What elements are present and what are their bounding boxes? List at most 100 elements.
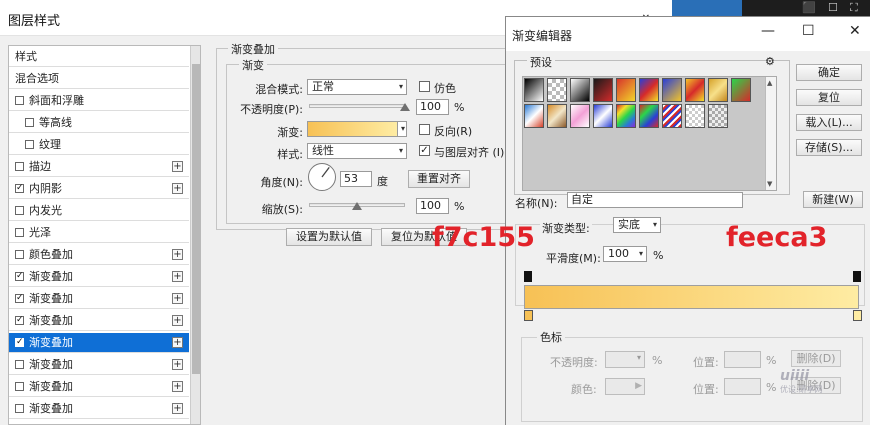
gradient-preset-swatch[interactable] bbox=[662, 104, 682, 128]
style-enable-checkbox[interactable] bbox=[15, 250, 24, 259]
gradient-preset-swatch[interactable] bbox=[524, 78, 544, 102]
add-effect-icon[interactable]: + bbox=[172, 293, 183, 304]
minimize-icon[interactable]: — bbox=[761, 23, 775, 39]
style-list-item[interactable]: ✓ 内阴影 + bbox=[9, 179, 189, 199]
style-enable-checkbox[interactable] bbox=[15, 228, 24, 237]
gradient-preset-swatch[interactable] bbox=[524, 104, 544, 128]
style-list-item[interactable]: 纹理 bbox=[9, 135, 189, 155]
gradient-picker-dropdown[interactable]: ▾ bbox=[397, 121, 407, 137]
style-list-item[interactable]: 内发光 bbox=[9, 201, 189, 221]
scroll-down-icon[interactable]: ▼ bbox=[767, 180, 772, 188]
gradient-preset-swatch[interactable] bbox=[616, 104, 636, 128]
scroll-up-icon[interactable]: ▲ bbox=[767, 79, 772, 87]
gradient-preset-swatch[interactable] bbox=[685, 104, 705, 128]
style-enable-checkbox[interactable]: ✓ bbox=[15, 294, 24, 303]
gradient-preset-swatch[interactable] bbox=[639, 78, 659, 102]
add-effect-icon[interactable]: + bbox=[172, 315, 183, 326]
save-button[interactable]: 存储(S)... bbox=[796, 139, 862, 156]
gradient-name-input[interactable]: 自定 bbox=[567, 192, 743, 208]
delete-opacity-stop-button[interactable]: 删除(D) bbox=[791, 350, 841, 367]
reset-button[interactable]: 复位 bbox=[796, 89, 862, 106]
gradient-style-select[interactable]: 线性 ▾ bbox=[307, 143, 407, 159]
gradient-preset-swatch[interactable] bbox=[570, 78, 590, 102]
opacity-slider-thumb[interactable] bbox=[400, 103, 410, 111]
new-gradient-button[interactable]: 新建(W) bbox=[803, 191, 863, 208]
align-with-layer-checkbox[interactable]: ✓ bbox=[419, 145, 430, 156]
angle-dial[interactable] bbox=[307, 162, 337, 192]
stop-location-input[interactable] bbox=[724, 351, 761, 368]
opacity-stop-left[interactable] bbox=[524, 271, 532, 282]
add-effect-icon[interactable]: + bbox=[172, 183, 183, 194]
color-stop-right[interactable] bbox=[853, 310, 862, 321]
style-list-item[interactable]: ✓ 渐变叠加 + bbox=[9, 333, 189, 353]
style-list-item[interactable]: 混合选项 bbox=[9, 69, 189, 89]
style-list-item[interactable]: 渐变叠加 + bbox=[9, 355, 189, 375]
add-effect-icon[interactable]: + bbox=[172, 249, 183, 260]
style-enable-checkbox[interactable]: ✓ bbox=[15, 184, 24, 193]
style-list-item[interactable]: 等高线 bbox=[9, 113, 189, 133]
gear-icon[interactable]: ⚙ bbox=[765, 55, 775, 68]
style-enable-checkbox[interactable]: ✓ bbox=[15, 338, 24, 347]
gradient-preset-swatch[interactable] bbox=[708, 78, 728, 102]
gradient-preset-swatch[interactable] bbox=[570, 104, 590, 128]
gradient-preset-swatch[interactable] bbox=[731, 78, 751, 102]
style-enable-checkbox[interactable] bbox=[15, 96, 24, 105]
add-effect-icon[interactable]: + bbox=[172, 403, 183, 414]
reverse-checkbox[interactable] bbox=[419, 124, 430, 135]
load-button[interactable]: 载入(L)... bbox=[796, 114, 862, 131]
style-list-item[interactable]: 渐变叠加 + bbox=[9, 377, 189, 397]
blend-mode-select[interactable]: 正常 ▾ bbox=[307, 79, 407, 95]
style-list-item[interactable]: 光泽 bbox=[9, 223, 189, 243]
style-list-item[interactable]: 渐变叠加 + bbox=[9, 399, 189, 419]
color-stop-left[interactable] bbox=[524, 310, 533, 321]
style-enable-checkbox[interactable] bbox=[15, 162, 24, 171]
opacity-slider[interactable] bbox=[309, 104, 405, 108]
dither-checkbox[interactable] bbox=[419, 81, 430, 92]
style-enable-checkbox[interactable] bbox=[25, 118, 34, 127]
style-enable-checkbox[interactable] bbox=[15, 360, 24, 369]
add-effect-icon[interactable]: + bbox=[172, 381, 183, 392]
style-list-item[interactable]: 样式 bbox=[9, 47, 189, 67]
gradient-type-select[interactable]: 实底 ▾ bbox=[613, 217, 661, 233]
smoothness-select[interactable]: 100 ▾ bbox=[603, 246, 647, 262]
set-as-default-button[interactable]: 设置为默认值 bbox=[286, 228, 372, 246]
style-list-item[interactable]: ✓ 渐变叠加 + bbox=[9, 267, 189, 287]
reset-alignment-button[interactable]: 重置对齐 bbox=[408, 170, 470, 188]
gradient-preset-swatch[interactable] bbox=[708, 104, 728, 128]
gradient-preset-swatch[interactable] bbox=[593, 78, 613, 102]
style-list-item[interactable]: 颜色叠加 + bbox=[9, 245, 189, 265]
ok-button[interactable]: 确定 bbox=[796, 64, 862, 81]
style-enable-checkbox[interactable] bbox=[25, 140, 34, 149]
gradient-preview-bar[interactable] bbox=[524, 285, 859, 309]
style-enable-checkbox[interactable] bbox=[15, 382, 24, 391]
add-effect-icon[interactable]: + bbox=[172, 337, 183, 348]
style-enable-checkbox[interactable] bbox=[15, 404, 24, 413]
style-list-item[interactable]: 斜面和浮雕 bbox=[9, 91, 189, 111]
style-enable-checkbox[interactable] bbox=[15, 206, 24, 215]
presets-scrollbar[interactable]: ▲ ▼ bbox=[765, 77, 776, 190]
gradient-preset-swatch[interactable] bbox=[616, 78, 636, 102]
close-icon[interactable]: ✕ bbox=[849, 23, 861, 39]
style-list-item[interactable]: ✓ 渐变叠加 + bbox=[9, 311, 189, 331]
style-list-scrollbar[interactable] bbox=[190, 46, 200, 424]
opacity-input[interactable]: 100 bbox=[416, 99, 449, 115]
scale-input[interactable]: 100 bbox=[416, 198, 449, 214]
gradient-preset-swatch[interactable] bbox=[547, 104, 567, 128]
style-list-item[interactable]: ✓ 渐变叠加 + bbox=[9, 289, 189, 309]
stop-color-picker[interactable]: ▶ bbox=[605, 378, 645, 395]
gradient-picker-swatch[interactable] bbox=[307, 121, 398, 137]
gradient-preset-swatch[interactable] bbox=[593, 104, 613, 128]
opacity-stop-right[interactable] bbox=[853, 271, 861, 282]
add-effect-icon[interactable]: + bbox=[172, 271, 183, 282]
gradient-preset-swatch[interactable] bbox=[639, 104, 659, 128]
style-enable-checkbox[interactable]: ✓ bbox=[15, 316, 24, 325]
angle-input[interactable]: 53 bbox=[340, 171, 372, 187]
scale-slider-thumb[interactable] bbox=[352, 202, 362, 210]
stop-opacity-select[interactable]: ▾ bbox=[605, 351, 645, 368]
style-enable-checkbox[interactable]: ✓ bbox=[15, 272, 24, 281]
add-effect-icon[interactable]: + bbox=[172, 161, 183, 172]
maximize-icon[interactable]: ☐ bbox=[802, 23, 815, 39]
gradient-preset-swatch[interactable] bbox=[547, 78, 567, 102]
gradient-preset-swatch[interactable] bbox=[685, 78, 705, 102]
add-effect-icon[interactable]: + bbox=[172, 359, 183, 370]
